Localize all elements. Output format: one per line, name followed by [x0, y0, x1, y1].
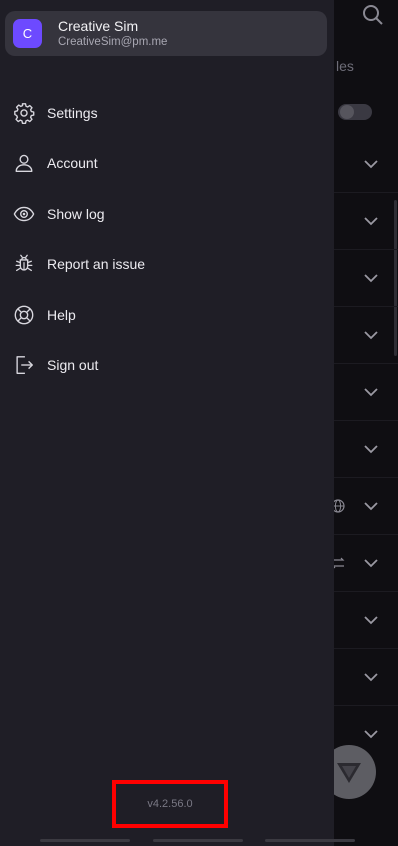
- avatar: C: [13, 19, 42, 48]
- background-row[interactable]: [334, 306, 398, 364]
- background-row[interactable]: [334, 648, 398, 706]
- menu-item-account[interactable]: Account: [0, 141, 334, 185]
- background-row[interactable]: [334, 192, 398, 250]
- account-name: Creative Sim: [58, 18, 139, 34]
- menu-item-report-issue[interactable]: Report an issue: [0, 242, 334, 286]
- triangle-logo-icon: [337, 763, 361, 783]
- version-label: v4.2.56.0: [112, 780, 228, 828]
- menu-item-help[interactable]: Help: [0, 293, 334, 337]
- chevron-down-icon: [362, 440, 380, 458]
- menu-item-settings[interactable]: Settings: [0, 91, 334, 135]
- menu-label: Report an issue: [47, 256, 146, 272]
- chevron-down-icon: [362, 155, 380, 173]
- lifebuoy-icon: [13, 304, 35, 326]
- background-toggle[interactable]: [338, 104, 372, 120]
- nav-gesture-bar: [153, 839, 243, 842]
- nav-gesture-bar: [40, 839, 130, 842]
- chevron-down-icon: [362, 383, 380, 401]
- search-icon[interactable]: [362, 4, 384, 26]
- background-tab-label: les: [336, 58, 354, 74]
- background-row[interactable]: [334, 420, 398, 478]
- gear-icon: [13, 102, 35, 124]
- account-card[interactable]: C Creative Sim CreativeSim@pm.me: [5, 11, 327, 56]
- menu-label: Help: [47, 307, 76, 323]
- menu-item-sign-out[interactable]: Sign out: [0, 343, 334, 387]
- chevron-down-icon: [362, 212, 380, 230]
- chevron-down-icon: [362, 611, 380, 629]
- chevron-down-icon: [362, 269, 380, 287]
- background-row[interactable]: [334, 363, 398, 421]
- chevron-down-icon: [362, 326, 380, 344]
- account-email: CreativeSim@pm.me: [58, 36, 168, 48]
- background-row[interactable]: [334, 249, 398, 307]
- menu-label: Sign out: [47, 357, 99, 373]
- sign-out-icon: [13, 354, 35, 376]
- nav-gesture-bar: [265, 839, 355, 842]
- menu-label: Settings: [47, 105, 98, 121]
- menu-label: Show log: [47, 206, 105, 222]
- navigation-drawer: C Creative Sim CreativeSim@pm.me Setting…: [0, 0, 334, 846]
- menu-item-show-log[interactable]: Show log: [0, 192, 334, 236]
- chevron-down-icon: [362, 497, 380, 515]
- chevron-down-icon: [362, 668, 380, 686]
- eye-icon: [13, 203, 35, 225]
- menu-label: Account: [47, 155, 98, 171]
- background-row[interactable]: [334, 591, 398, 649]
- chevron-down-icon: [362, 554, 380, 572]
- chevron-down-icon: [362, 725, 380, 743]
- bug-icon: [13, 253, 35, 275]
- background-row[interactable]: [334, 135, 398, 193]
- person-icon: [13, 152, 35, 174]
